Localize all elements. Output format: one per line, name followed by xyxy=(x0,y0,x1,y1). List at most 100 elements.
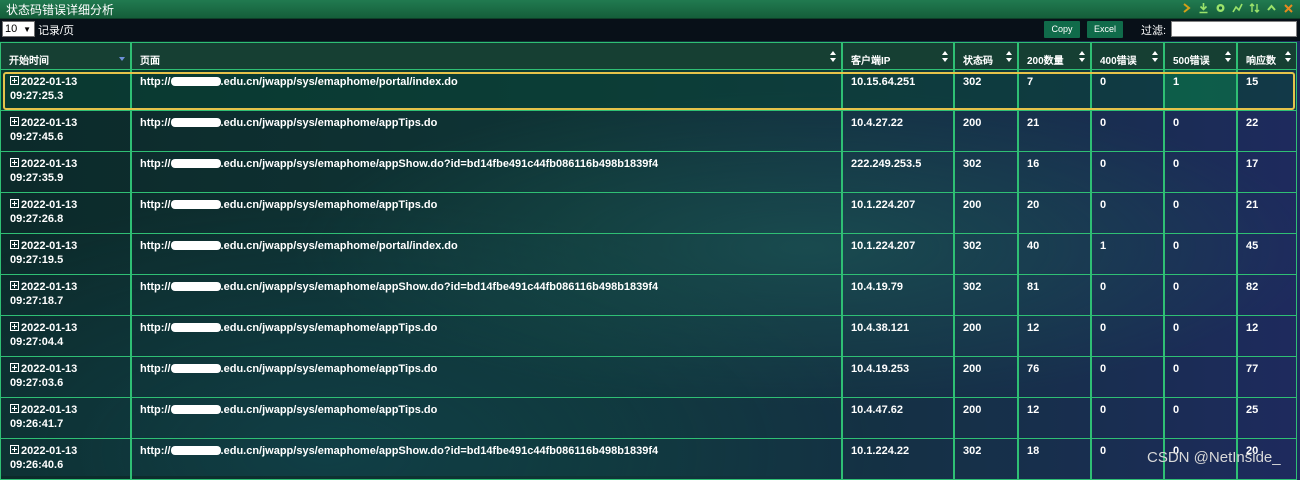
cell-500-errors: 0 xyxy=(1164,316,1237,357)
gear-icon[interactable] xyxy=(1215,2,1226,14)
window-title: 状态码错误详细分析 xyxy=(6,3,115,17)
sort-both-icon[interactable] xyxy=(1079,51,1085,62)
table-row[interactable]: 2022-01-13 09:27:45.6 http:// .edu.cn/jwapp… xyxy=(0,111,1300,152)
header-400-errors[interactable]: 400错误 xyxy=(1091,42,1164,70)
cell-start-time: 2022-01-13 09:26:41.7 xyxy=(0,398,131,439)
sort-both-icon[interactable] xyxy=(1285,51,1291,62)
chevron-right-icon[interactable] xyxy=(1181,2,1192,14)
table-row[interactable]: 2022-01-13 09:27:19.5 http:// .edu.cn/jwapp… xyxy=(0,234,1300,275)
expand-plus-icon[interactable] xyxy=(10,240,19,249)
cell-start-time: 2022-01-13 09:27:19.5 xyxy=(0,234,131,275)
expand-plus-icon[interactable] xyxy=(10,363,19,372)
close-icon[interactable] xyxy=(1283,2,1294,14)
cell-400-errors: 0 xyxy=(1091,193,1164,234)
copy-button[interactable]: Copy xyxy=(1044,21,1080,38)
cell-start-time: 2022-01-13 09:27:18.7 xyxy=(0,275,131,316)
toolbar: 10 ▼ 记录/页 Copy Excel 过滤: xyxy=(0,19,1300,41)
url-path: .edu.cn/jwapp/sys/emaphome/appTips.do xyxy=(220,404,438,416)
url-path: .edu.cn/jwapp/sys/emaphome/appShow.do?id… xyxy=(220,158,659,170)
url-prefix: http:// xyxy=(140,281,171,293)
start-date: 2022-01-13 xyxy=(21,117,78,129)
download-icon[interactable] xyxy=(1198,2,1209,14)
start-date: 2022-01-13 xyxy=(21,199,78,211)
redacted-host xyxy=(170,118,221,127)
url-prefix: http:// xyxy=(140,76,171,88)
cell-client-ip: 10.4.38.121 xyxy=(842,316,954,357)
sort-both-icon[interactable] xyxy=(1152,51,1158,62)
sort-both-icon[interactable] xyxy=(830,51,836,62)
table-row[interactable]: 2022-01-13 09:27:03.6 http:// .edu.cn/jwapp… xyxy=(0,357,1300,398)
sort-both-icon[interactable] xyxy=(1006,51,1012,62)
header-label: 开始时间 xyxy=(9,56,49,67)
cell-500-errors: 0 xyxy=(1164,193,1237,234)
cell-status-code: 302 xyxy=(954,275,1018,316)
url-prefix: http:// xyxy=(140,322,171,334)
chevron-up-icon[interactable] xyxy=(1266,2,1277,14)
header-200-count[interactable]: 200数量 xyxy=(1018,42,1091,70)
cell-400-errors: 0 xyxy=(1091,275,1164,316)
start-date: 2022-01-13 xyxy=(21,404,78,416)
expand-plus-icon[interactable] xyxy=(10,445,19,454)
cell-responses: 12 xyxy=(1237,316,1297,357)
chevron-down-icon: ▼ xyxy=(23,25,31,34)
cell-responses: 25 xyxy=(1237,398,1297,439)
cell-200-count: 40 xyxy=(1018,234,1091,275)
header-start-time[interactable]: 开始时间 xyxy=(0,42,131,70)
redacted-host xyxy=(170,364,221,373)
cell-status-code: 200 xyxy=(954,398,1018,439)
cell-500-errors: 0 xyxy=(1164,357,1237,398)
header-page[interactable]: 页面 xyxy=(131,42,842,70)
header-status-code[interactable]: 状态码 xyxy=(954,42,1018,70)
expand-plus-icon[interactable] xyxy=(10,117,19,126)
sort-both-icon[interactable] xyxy=(942,51,948,62)
header-client-ip[interactable]: 客户端IP xyxy=(842,42,954,70)
table-row[interactable]: 2022-01-13 09:27:04.4 http:// .edu.cn/jwapp… xyxy=(0,316,1300,357)
table-row[interactable]: 2022-01-13 09:27:35.9 http:// .edu.cn/jwapp… xyxy=(0,152,1300,193)
header-label: 400错误 xyxy=(1100,56,1137,67)
page-size-select[interactable]: 10 ▼ xyxy=(2,21,35,37)
cell-start-time: 2022-01-13 09:27:04.4 xyxy=(0,316,131,357)
url-path: .edu.cn/jwapp/sys/emaphome/appTips.do xyxy=(220,117,438,129)
start-date: 2022-01-13 xyxy=(21,281,78,293)
table-row[interactable]: 2022-01-13 09:27:18.7 http:// .edu.cn/jwapp… xyxy=(0,275,1300,316)
expand-plus-icon[interactable] xyxy=(10,281,19,290)
start-time: 09:26:41.7 xyxy=(10,418,64,430)
line-chart-icon[interactable] xyxy=(1232,2,1243,14)
header-500-errors[interactable]: 500错误 xyxy=(1164,42,1237,70)
cell-page-url: http:// .edu.cn/jwapp/sys/emaphome/appTip… xyxy=(131,111,842,152)
expand-plus-icon[interactable] xyxy=(10,199,19,208)
url-path: .edu.cn/jwapp/sys/emaphome/appShow.do?id… xyxy=(220,445,659,457)
sort-both-icon[interactable] xyxy=(1225,51,1231,62)
cell-client-ip: 10.1.224.22 xyxy=(842,439,954,480)
expand-plus-icon[interactable] xyxy=(10,322,19,331)
url-prefix: http:// xyxy=(140,404,171,416)
table-row[interactable]: 2022-01-13 09:27:25.3 http:// .edu.cn/jwapp… xyxy=(0,70,1300,111)
expand-plus-icon[interactable] xyxy=(10,158,19,167)
cell-start-time: 2022-01-13 09:27:25.3 xyxy=(0,70,131,111)
header-responses[interactable]: 响应数 xyxy=(1237,42,1297,70)
table-row[interactable]: 2022-01-13 09:26:40.6 http:// .edu.cn/jwapp… xyxy=(0,439,1300,480)
cell-start-time: 2022-01-13 09:27:03.6 xyxy=(0,357,131,398)
cell-status-code: 200 xyxy=(954,316,1018,357)
cell-400-errors: 0 xyxy=(1091,70,1164,111)
cell-200-count: 16 xyxy=(1018,152,1091,193)
cell-200-count: 12 xyxy=(1018,316,1091,357)
excel-button[interactable]: Excel xyxy=(1087,21,1123,38)
title-bar: 状态码错误详细分析 xyxy=(0,0,1300,19)
sort-desc-icon[interactable] xyxy=(119,51,125,62)
expand-plus-icon[interactable] xyxy=(10,76,19,85)
redacted-host xyxy=(170,405,221,414)
table-row[interactable]: 2022-01-13 09:26:41.7 http:// .edu.cn/jwapp… xyxy=(0,398,1300,439)
cell-responses: 22 xyxy=(1237,111,1297,152)
sort-icon[interactable] xyxy=(1249,2,1260,14)
table-row[interactable]: 2022-01-13 09:27:26.8 http:// .edu.cn/jwapp… xyxy=(0,193,1300,234)
filter-input[interactable] xyxy=(1171,21,1297,37)
cell-status-code: 302 xyxy=(954,234,1018,275)
cell-responses: 82 xyxy=(1237,275,1297,316)
start-time: 09:27:45.6 xyxy=(10,131,64,143)
cell-500-errors: 0 xyxy=(1164,234,1237,275)
expand-plus-icon[interactable] xyxy=(10,404,19,413)
cell-responses: 21 xyxy=(1237,193,1297,234)
cell-400-errors: 0 xyxy=(1091,152,1164,193)
window-icons xyxy=(1181,2,1294,14)
